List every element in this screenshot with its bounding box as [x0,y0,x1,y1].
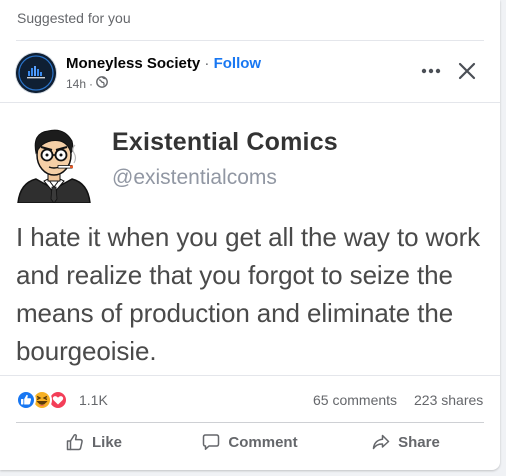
close-button[interactable] [452,56,482,86]
thumbs-up-icon [66,433,83,451]
page-name-link[interactable]: Moneyless Society [66,55,200,72]
share-icon [372,434,390,450]
like-label: Like [91,433,122,451]
share-label: Share [398,433,440,451]
comments-count[interactable]: 65 comments [313,392,397,408]
post-card: Suggested for you Moneyless Society · Fo… [0,0,500,470]
close-icon [458,62,476,80]
post-meta: 14h · [66,76,108,91]
like-reaction-icon [16,390,36,410]
reaction-icons[interactable] [16,390,76,410]
share-button[interactable]: Share [328,426,484,458]
tweet-text: I hate it when you get all the way to wo… [16,222,481,366]
tweet-author-name: Existential Comics [112,128,338,156]
reaction-count[interactable]: 1.1K [79,392,108,408]
post-image[interactable]: Existential Comics @existentialcoms I ha… [0,102,500,376]
actions-divider [16,422,484,423]
title-separator: · [204,55,210,72]
follow-button[interactable]: Follow [214,55,262,72]
page-logo-icon [16,53,56,93]
engagement-bar: 1.1K 65 comments 223 shares [16,388,486,412]
tweet-author-handle: @existentialcoms [112,166,277,189]
page-avatar[interactable] [16,53,56,93]
meta-separator: · [89,76,94,91]
more-options-icon [421,68,441,74]
header-divider [16,40,484,41]
post-timestamp[interactable]: 14h [66,77,86,91]
more-options-button[interactable] [416,56,446,86]
like-button[interactable]: Like [16,426,172,458]
comment-label: Comment [228,433,298,451]
post-header-title: Moneyless Society · Follow [66,55,261,72]
comic-avatar-illustration [14,123,94,204]
comment-icon [203,434,220,450]
comment-button[interactable]: Comment [172,426,328,458]
suggested-label: Suggested for you [17,10,131,26]
globe-icon [96,76,108,91]
shares-count[interactable]: 223 shares [414,392,483,408]
